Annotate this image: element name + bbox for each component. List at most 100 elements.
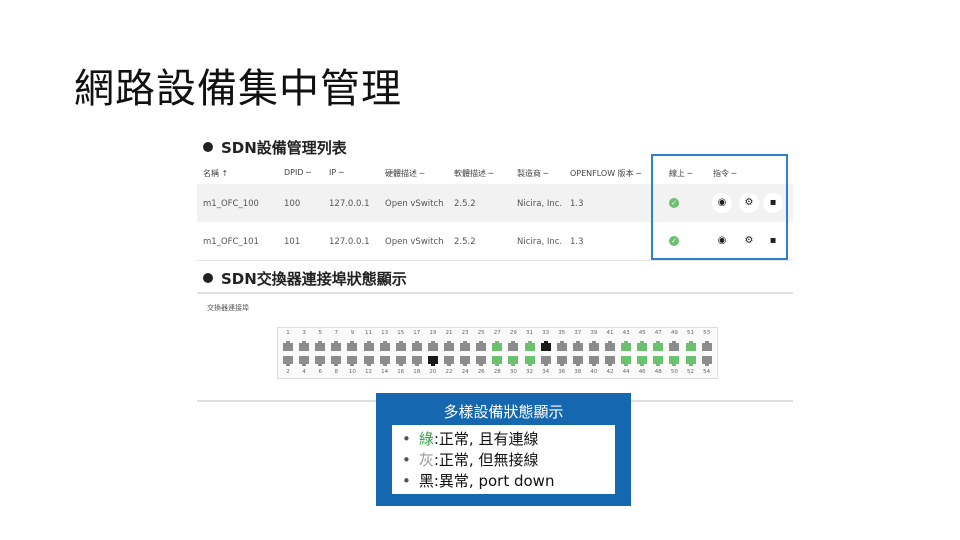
port-icon-44[interactable] [621, 356, 632, 366]
port-number: 9 [350, 330, 355, 336]
bullet-dot [203, 142, 213, 152]
port-number: 3 [302, 330, 306, 336]
port-icon-50[interactable] [669, 356, 680, 366]
port-number: 54 [703, 369, 711, 375]
legend-color-word: 綠 [418, 430, 434, 448]
port-icon-46[interactable] [637, 356, 648, 366]
cell-ip: 127.0.0.1 [329, 199, 370, 209]
col-header-name[interactable]: 名稱 ↑ [203, 168, 228, 179]
port-number: 28 [493, 369, 501, 375]
port-icon-9[interactable] [347, 341, 358, 351]
col-header-openflow[interactable]: OPENFLOW 版本 ─ [570, 168, 641, 179]
port-number: 11 [365, 330, 372, 336]
port-icon-24[interactable] [460, 356, 471, 366]
port-icon-48[interactable] [653, 356, 664, 366]
port-icon-45[interactable] [637, 341, 648, 351]
col-header-manufacturer[interactable]: 製造商 ─ [517, 168, 548, 179]
port-icon-47[interactable] [653, 341, 664, 351]
port-number: 52 [687, 369, 694, 375]
port-icon-21[interactable] [444, 341, 454, 351]
port-icon-16[interactable] [395, 356, 406, 366]
port-icon-51[interactable] [685, 341, 696, 351]
port-icon-37[interactable] [572, 341, 583, 351]
port-icon-30[interactable] [508, 356, 519, 366]
port-icon-26[interactable] [476, 356, 487, 366]
col-header-ip[interactable]: IP ─ [329, 168, 344, 177]
port-number: 4 [302, 369, 306, 375]
port-icon-27[interactable] [492, 341, 503, 351]
col-header-hw-desc[interactable]: 硬體描述 ─ [385, 168, 424, 179]
port-number: 12 [365, 369, 372, 375]
port-icon-54[interactable] [701, 356, 712, 366]
device-list-heading-text: SDN設備管理列表 [221, 139, 347, 157]
port-icon-12[interactable] [363, 356, 374, 366]
port-icon-28[interactable] [492, 356, 503, 366]
port-icon-14[interactable] [379, 356, 390, 366]
port-number: 14 [381, 369, 389, 375]
port-number: 5 [318, 330, 322, 336]
port-icon-17[interactable] [411, 341, 422, 351]
port-number: 51 [687, 330, 694, 336]
port-icon-36[interactable] [556, 356, 567, 366]
port-number: 34 [542, 369, 550, 375]
port-number: 10 [348, 369, 356, 375]
port-icon-4[interactable] [299, 356, 310, 366]
port-icon-29[interactable] [508, 341, 519, 351]
port-icon-42[interactable] [605, 356, 615, 366]
port-icon-20[interactable] [427, 356, 438, 366]
port-number: 27 [493, 330, 501, 336]
port-icon-23[interactable] [460, 341, 471, 351]
port-number: 43 [622, 330, 630, 336]
port-number: 36 [558, 369, 566, 375]
col-header-dpid[interactable]: DPID ─ [284, 168, 311, 177]
port-number: 16 [397, 369, 405, 375]
port-icon-25[interactable] [476, 341, 487, 351]
port-icon-52[interactable] [685, 356, 696, 366]
port-icon-18[interactable] [411, 356, 422, 366]
cell-hw-desc: Open vSwitch [385, 237, 444, 247]
port-icon-13[interactable] [379, 341, 390, 351]
port-number: 32 [526, 369, 533, 375]
port-icon-2[interactable] [283, 356, 293, 366]
port-icon-1[interactable] [283, 341, 293, 351]
port-icon-8[interactable] [331, 356, 342, 366]
port-icon-3[interactable] [299, 341, 310, 351]
port-number: 40 [590, 369, 598, 375]
legend-desc: :正常, 但無接線 [433, 451, 539, 469]
port-icon-31[interactable] [524, 341, 535, 351]
port-icon-10[interactable] [347, 356, 358, 366]
legend-list: • 綠:正常, 且有連線 • 灰:正常, 但無接線 • 黑:異常, port down [392, 425, 615, 494]
port-status-heading: SDN交換器連接埠狀態顯示 [203, 268, 407, 289]
port-icon-43[interactable] [621, 341, 632, 351]
port-icon-11[interactable] [363, 341, 374, 351]
port-icon-53[interactable] [701, 341, 712, 351]
port-number: 53 [703, 330, 711, 336]
port-number: 23 [461, 330, 469, 336]
port-icon-7[interactable] [331, 341, 342, 351]
port-icon-5[interactable] [315, 341, 326, 351]
port-number: 1 [286, 330, 290, 336]
port-number: 24 [461, 369, 469, 375]
port-icon-33[interactable] [540, 341, 551, 351]
port-icon-38[interactable] [572, 356, 583, 366]
port-icon-32[interactable] [524, 356, 535, 366]
port-number: 22 [445, 369, 453, 375]
port-number: 6 [318, 369, 322, 375]
port-icon-22[interactable] [444, 356, 454, 366]
port-icon-34[interactable] [540, 356, 551, 366]
port-icon-19[interactable] [427, 341, 438, 351]
port-icon-15[interactable] [395, 341, 406, 351]
port-icon-40[interactable] [588, 356, 599, 366]
cell-name: m1_OFC_101 [203, 237, 259, 247]
port-icon-6[interactable] [315, 356, 326, 366]
port-icon-49[interactable] [669, 341, 680, 351]
port-number: 18 [413, 369, 421, 375]
port-icon-41[interactable] [605, 341, 615, 351]
port-number: 33 [542, 330, 550, 336]
legend-callout: 多樣設備狀態顯示 • 綠:正常, 且有連線 • 灰:正常, 但無接線 • 黑:異常, … [376, 393, 631, 506]
cell-ip: 127.0.0.1 [329, 237, 370, 247]
port-status-heading-text: SDN交換器連接埠狀態顯示 [221, 270, 407, 288]
col-header-sw-desc[interactable]: 軟體描述 ─ [454, 168, 493, 179]
port-icon-39[interactable] [588, 341, 599, 351]
port-icon-35[interactable] [556, 341, 567, 351]
